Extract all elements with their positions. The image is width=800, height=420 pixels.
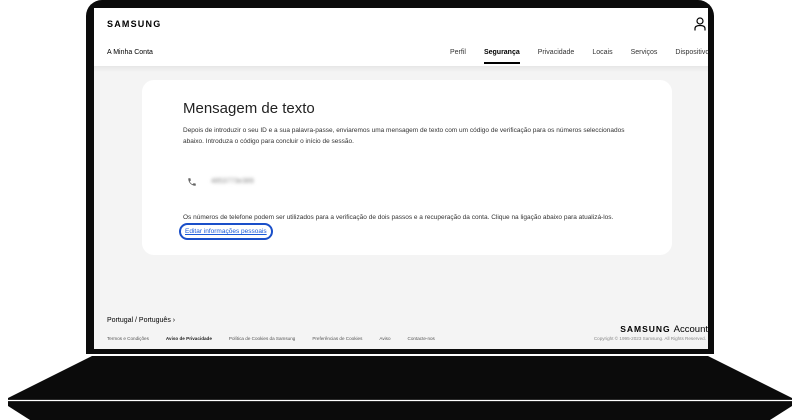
- site-footer: Portugal / Português › Termos e Condiçõe…: [94, 306, 708, 349]
- phone-icon: [188, 178, 196, 186]
- phone-number: 4853773e389: [211, 178, 254, 185]
- footer-link-cookie-policy[interactable]: Política de Cookies da Samsung: [229, 336, 295, 341]
- footer-links: Termos e Condições Aviso de Privacidade …: [107, 336, 452, 341]
- tab-devices[interactable]: Dispositivos: [675, 49, 708, 66]
- samsung-account-logo: SAMSUNG Account: [620, 319, 708, 337]
- tab-privacy[interactable]: Privacidade: [538, 49, 575, 66]
- tab-services[interactable]: Serviços: [631, 49, 658, 66]
- browser-screen: SAMSUNG A Minha Conta Perfil Segurança P…: [94, 8, 708, 349]
- site-header: SAMSUNG A Minha Conta Perfil Segurança P…: [94, 8, 708, 66]
- locale-selector[interactable]: Portugal / Português ›: [107, 317, 175, 324]
- text-message-card: Mensagem de texto Depois de introduzir o…: [142, 80, 672, 255]
- copyright: Copyright © 1995-2023 Samsung. All Right…: [593, 336, 706, 341]
- footer-brand-logo: SAMSUNG: [620, 324, 671, 334]
- footer-link-notice[interactable]: Aviso: [379, 336, 390, 341]
- footer-brand-account: Account: [673, 324, 708, 335]
- tab-profile[interactable]: Perfil: [450, 49, 466, 66]
- account-nav: Perfil Segurança Privacidade Locais Serv…: [450, 49, 708, 66]
- tab-security[interactable]: Segurança: [483, 49, 520, 66]
- tab-places[interactable]: Locais: [592, 49, 612, 66]
- card-description: Depois de introduzir o seu ID e a sua pa…: [183, 127, 625, 145]
- user-icon[interactable]: [694, 17, 706, 31]
- laptop-base: [8, 356, 792, 420]
- footer-link-terms[interactable]: Termos e Condições: [107, 336, 149, 341]
- account-title[interactable]: A Minha Conta: [107, 49, 153, 56]
- footer-link-contact[interactable]: Contacte-nos: [408, 336, 435, 341]
- header-shadow: [94, 66, 708, 72]
- footer-link-privacy[interactable]: Aviso de Privacidade: [166, 336, 212, 341]
- footer-link-cookie-preferences[interactable]: Preferências de Cookies: [312, 336, 362, 341]
- edit-personal-info-link[interactable]: Editar informações pessoais: [179, 223, 273, 240]
- card-note: Os números de telefone podem ser utiliza…: [183, 214, 614, 221]
- samsung-logo[interactable]: SAMSUNG: [107, 19, 161, 29]
- page-title: Mensagem de texto: [183, 100, 315, 117]
